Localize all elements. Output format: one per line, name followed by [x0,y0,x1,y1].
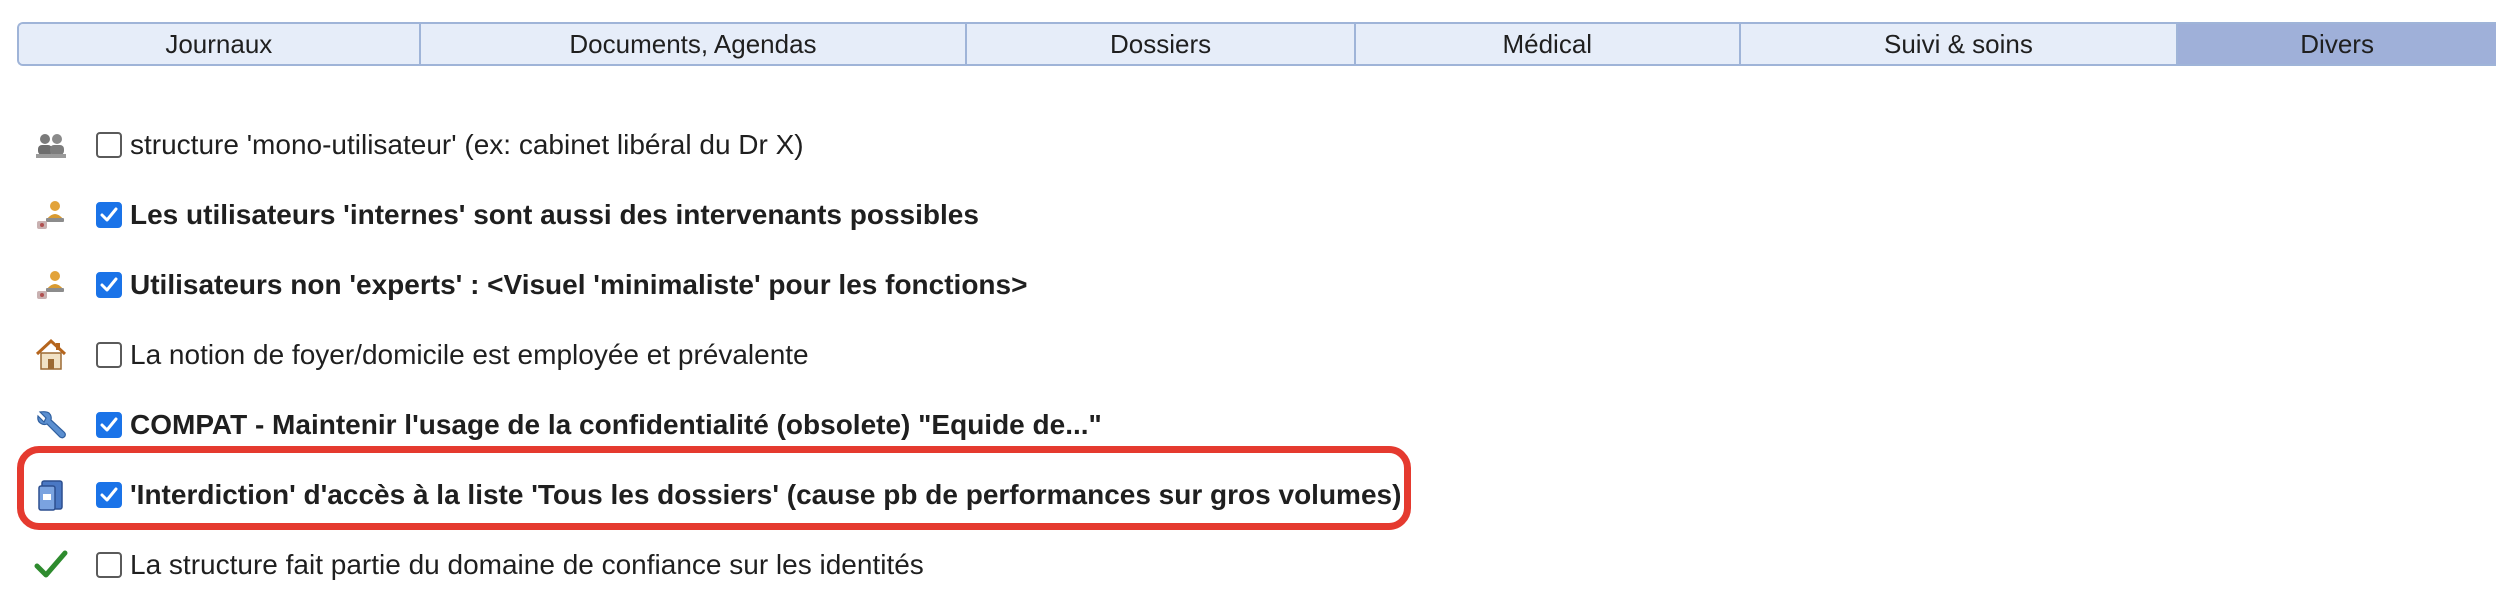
house-icon [34,338,68,372]
tab-dossiers[interactable]: Dossiers [967,24,1356,64]
checkbox-utilisateurs-internes[interactable] [96,202,122,228]
checkbox-non-experts[interactable] [96,272,122,298]
green-check-icon [34,548,68,582]
checkbox-domaine-confiance[interactable] [96,552,122,578]
checkbox-foyer-domicile[interactable] [96,342,122,368]
option-label: Les utilisateurs 'internes' sont aussi d… [130,199,979,230]
tab-divers[interactable]: Divers [2178,24,2496,64]
option-label: Utilisateurs non 'experts' : <Visuel 'mi… [130,269,1028,300]
tab-suivi-soins[interactable]: Suivi & soins [1740,24,2179,64]
checkbox-interdiction-tous-dossiers[interactable] [96,482,122,508]
option-label: 'Interdiction' d'accès à la liste 'Tous … [130,479,1402,510]
checkbox-compat-confidentialite[interactable] [96,412,122,438]
user-stamp-icon [34,268,68,302]
folder-blocked-icon [34,478,68,512]
tab-journaux[interactable]: Journaux [19,24,421,64]
users-group-icon [34,128,68,162]
option-label: COMPAT - Maintenir l'usage de la confide… [130,409,1102,440]
tab-documents-agendas[interactable]: Documents, Agendas [420,24,968,64]
checkbox-mono-utilisateur[interactable] [96,132,122,158]
tab-bar: Journaux Documents, Agendas Dossiers Méd… [17,22,2496,66]
wrench-icon [34,408,68,442]
option-label: structure 'mono-utilisateur' (ex: cabine… [130,129,804,160]
user-stamp-icon [34,198,68,232]
tab-medical[interactable]: Médical [1355,24,1741,64]
option-label: La notion de foyer/domicile est employée… [130,339,809,370]
option-label: La structure fait partie du domaine de c… [130,549,924,580]
